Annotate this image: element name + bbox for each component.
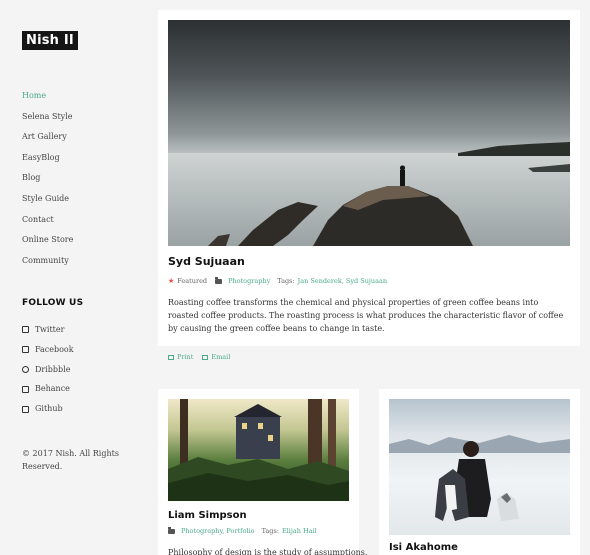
folder-icon <box>168 527 175 534</box>
tags-label: Tags: <box>277 277 295 285</box>
cliff-photo-illustration <box>168 142 570 246</box>
nav-item-contact[interactable]: Contact <box>22 210 73 231</box>
post-category-link[interactable]: Photography <box>228 277 270 285</box>
twitter-icon <box>22 326 29 334</box>
social-label-facebook: Facebook <box>35 344 74 354</box>
nav-item-community[interactable]: Community <box>22 251 73 272</box>
nav-item-style-guide[interactable]: Style Guide <box>22 189 73 210</box>
snow-dogs-illustration <box>389 435 570 521</box>
social-link-facebook[interactable]: Facebook <box>22 340 74 360</box>
social-link-dribbble[interactable]: Dribbble <box>22 360 74 380</box>
post-tags-links[interactable]: Elijah Hail <box>282 527 317 535</box>
follow-us-heading: FOLLOW US <box>22 298 84 308</box>
social-link-twitter[interactable]: Twitter <box>22 320 74 340</box>
nav-item-selena-style[interactable]: Selena Style <box>22 107 73 128</box>
behance-icon <box>22 385 29 393</box>
print-label: Print <box>177 353 194 361</box>
social-link-behance[interactable]: Behance <box>22 379 74 399</box>
sidebar: Nish II Home Selena Style Art Gallery Ea… <box>0 0 150 555</box>
copyright-text: © 2017 Nish. All Rights Reserved. <box>22 449 119 471</box>
post-category-link[interactable]: Photography, Portfolio <box>181 527 255 535</box>
post-excerpt: Roasting coffee transforms the chemical … <box>168 298 564 333</box>
social-label-github: Github <box>35 404 63 414</box>
nav-item-art-gallery[interactable]: Art Gallery <box>22 127 73 148</box>
social-label-twitter: Twitter <box>35 325 65 334</box>
post-excerpt: Philosophy of design is the study of ass… <box>168 548 368 555</box>
email-icon <box>202 355 209 360</box>
post-title[interactable]: Isi Akahome <box>389 542 458 553</box>
post-actions: Print Email <box>168 353 230 361</box>
nav-item-home[interactable]: Home <box>22 86 73 107</box>
nav-item-easyblog[interactable]: EasyBlog <box>22 148 73 169</box>
post-meta: ★ Featured Photography Tags: Jan Sendere… <box>168 277 387 285</box>
post-card-featured: Syd Sujuaan ★ Featured Photography Tags:… <box>158 10 580 346</box>
post-image-forest-house[interactable] <box>168 399 349 501</box>
print-icon <box>168 355 174 360</box>
print-button[interactable]: Print <box>168 353 193 361</box>
social-links: Twitter Facebook Dribbble Behance Github <box>22 320 74 419</box>
github-icon <box>22 405 29 413</box>
post-image-woman-with-huskies[interactable] <box>389 399 570 535</box>
post-title[interactable]: Liam Simpson <box>168 510 247 521</box>
email-button[interactable]: Email <box>202 353 230 361</box>
social-label-dribbble: Dribbble <box>35 364 71 374</box>
post-tags-links[interactable]: Jan Senderek, Syd Sujuaan <box>298 277 387 285</box>
nav-item-blog[interactable]: Blog <box>22 168 73 189</box>
post-meta: Photography, Portfolio Tags: Elijah Hail <box>168 527 317 535</box>
main-nav: Home Selena Style Art Gallery EasyBlog B… <box>22 86 73 271</box>
facebook-icon <box>22 346 29 354</box>
social-link-github[interactable]: Github <box>22 399 74 419</box>
featured-label: Featured <box>177 277 208 285</box>
folder-icon <box>215 277 223 284</box>
post-card-isi-akahome: Isi Akahome <box>379 389 580 555</box>
email-label: Email <box>211 353 231 361</box>
post-title[interactable]: Syd Sujuaan <box>168 255 245 268</box>
site-logo[interactable]: Nish II <box>22 31 78 50</box>
tags-label: Tags: <box>261 527 279 535</box>
social-label-behance: Behance <box>35 384 70 394</box>
forest-house-illustration <box>168 399 349 501</box>
nav-item-online-store[interactable]: Online Store <box>22 230 73 251</box>
dribbble-icon <box>22 365 29 373</box>
post-image-coastal-cliff[interactable] <box>168 20 570 246</box>
post-card-liam-simpson: Liam Simpson Photography, Portfolio Tags… <box>158 389 368 555</box>
star-icon: ★ <box>168 277 175 285</box>
